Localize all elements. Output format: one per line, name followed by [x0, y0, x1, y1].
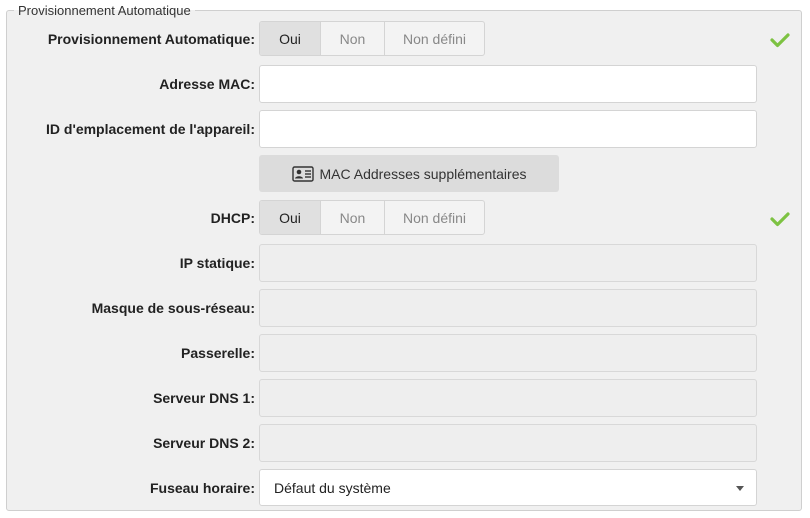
dhcp-option-non-defini[interactable]: Non défini [385, 201, 484, 234]
auto-provisioning-label: Provisionnement Automatique: [47, 31, 255, 47]
dns1-label: Serveur DNS 1: [153, 390, 255, 406]
auto-provisioning-segmented-control: Oui Non Non défini [259, 21, 485, 56]
mac-address-input[interactable] [259, 65, 757, 103]
caret-down-icon [736, 486, 744, 491]
timezone-select[interactable]: Défaut du système [259, 469, 757, 506]
contact-card-icon [291, 165, 314, 182]
dns2-label: Serveur DNS 2: [153, 435, 255, 451]
device-location-id-input[interactable] [259, 110, 757, 148]
dns2-input[interactable] [259, 424, 757, 462]
mac-address-label: Adresse MAC: [159, 76, 255, 92]
auto-provisioning-option-oui[interactable]: Oui [260, 22, 321, 55]
gateway-input[interactable] [259, 334, 757, 372]
fieldset-legend: Provisionnement Automatique [14, 3, 195, 19]
gateway-label: Passerelle: [181, 345, 255, 361]
check-icon [770, 33, 790, 48]
static-ip-input[interactable] [259, 244, 757, 282]
subnet-mask-label: Masque de sous-réseau: [91, 300, 255, 316]
device-location-id-label: ID d'emplacement de l'appareil: [46, 121, 255, 137]
additional-mac-addresses-button[interactable]: MAC Addresses supplémentaires [259, 155, 559, 192]
additional-mac-addresses-label: MAC Addresses supplémentaires [319, 165, 527, 182]
dhcp-label: DHCP: [210, 210, 255, 226]
auto-provisioning-option-non-defini[interactable]: Non défini [385, 22, 484, 55]
subnet-mask-input[interactable] [259, 289, 757, 327]
static-ip-label: IP statique: [179, 255, 255, 271]
check-icon [770, 212, 790, 227]
auto-provisioning-option-non[interactable]: Non [321, 22, 385, 55]
dhcp-option-oui[interactable]: Oui [260, 201, 321, 234]
timezone-label: Fuseau horaire: [149, 480, 255, 496]
timezone-selected-value: Défaut du système [274, 480, 391, 496]
dhcp-segmented-control: Oui Non Non défini [259, 200, 485, 235]
dns1-input[interactable] [259, 379, 757, 417]
dhcp-option-non[interactable]: Non [321, 201, 385, 234]
